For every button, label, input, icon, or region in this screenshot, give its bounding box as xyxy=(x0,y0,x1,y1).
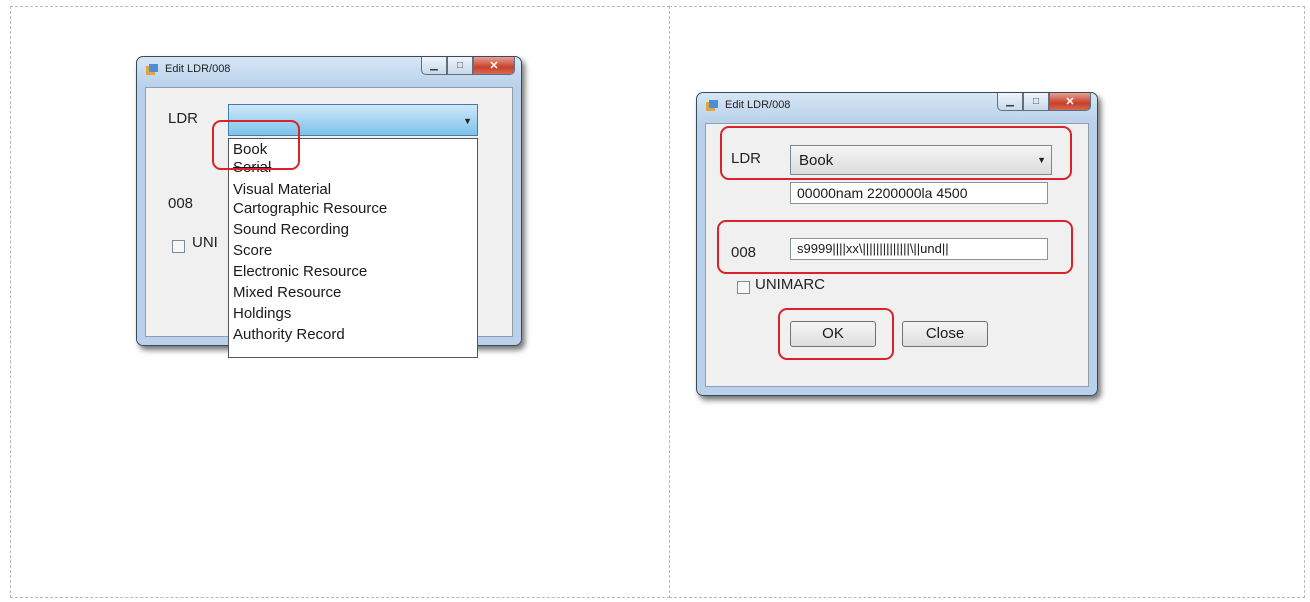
label-008: 008 xyxy=(168,195,194,212)
minimize-button[interactable]: ▁ xyxy=(421,57,447,75)
close-icon: ✕ xyxy=(1065,95,1075,108)
dropdown-option-electronic-resource[interactable]: Electronic Resource xyxy=(233,263,367,281)
highlight-008-row xyxy=(717,220,1073,274)
app-icon xyxy=(706,100,718,111)
maximize-button[interactable]: □ xyxy=(447,57,473,75)
maximize-button[interactable]: □ xyxy=(1023,93,1049,111)
highlight-book-option xyxy=(212,120,300,170)
minimize-button[interactable]: ▁ xyxy=(997,93,1023,111)
chevron-down-icon[interactable]: ▼ xyxy=(463,116,472,126)
dropdown-option-cartographic-resource[interactable]: Cartographic Resource xyxy=(233,200,387,218)
highlight-ldr-row xyxy=(720,126,1072,180)
window-title: Edit LDR/008 xyxy=(165,63,231,75)
dropdown-option-holdings[interactable]: Holdings xyxy=(233,305,291,323)
dropdown-option-authority-record[interactable]: Authority Record xyxy=(233,326,345,344)
close-window-button[interactable]: ✕ xyxy=(473,57,515,75)
ldr-text-field[interactable]: 00000nam 2200000la 4500 xyxy=(790,182,1048,204)
dropdown-option-mixed-resource[interactable]: Mixed Resource xyxy=(233,284,341,302)
dropdown-option-score[interactable]: Score xyxy=(233,242,272,260)
app-icon xyxy=(146,64,158,75)
minimize-icon: ▁ xyxy=(1006,95,1014,107)
ldr-dropdown-list: Book Serial Visual Material Cartographic… xyxy=(228,138,478,358)
close-window-button[interactable]: ✕ xyxy=(1049,93,1091,111)
maximize-icon: □ xyxy=(456,59,464,71)
unimarc-label: UNIMARC xyxy=(755,276,825,293)
unimarc-label: UNI xyxy=(192,234,218,251)
close-button[interactable]: Close xyxy=(902,321,988,347)
maximize-icon: □ xyxy=(1032,95,1040,107)
title-bar[interactable]: Edit LDR/008 ▁ □ ✕ xyxy=(697,93,1097,119)
title-bar[interactable]: Edit LDR/008 ▁ □ ✕ xyxy=(137,57,521,83)
unimarc-checkbox[interactable] xyxy=(737,281,750,294)
highlight-ok-button xyxy=(778,308,894,360)
window-title: Edit LDR/008 xyxy=(725,99,791,111)
dropdown-option-visual-material[interactable]: Visual Material xyxy=(233,181,331,199)
minimize-icon: ▁ xyxy=(430,59,438,71)
unimarc-checkbox[interactable] xyxy=(172,240,185,253)
close-icon: ✕ xyxy=(489,59,499,72)
dropdown-option-sound-recording[interactable]: Sound Recording xyxy=(233,221,349,239)
ldr-label: LDR xyxy=(168,110,199,127)
